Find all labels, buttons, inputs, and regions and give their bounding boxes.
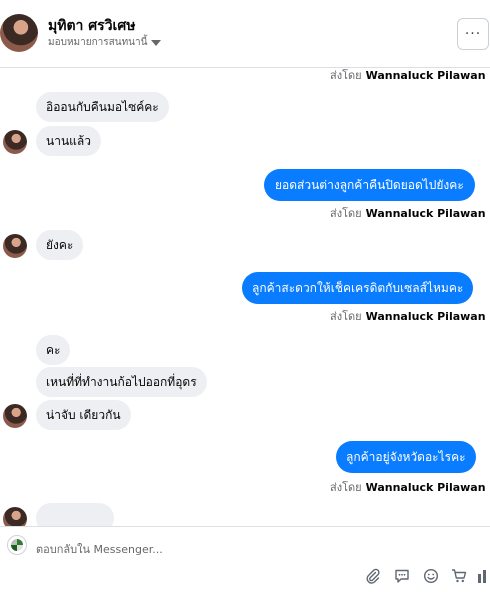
contact-avatar-small	[3, 130, 27, 154]
caret-down-icon	[151, 40, 162, 46]
incoming-message[interactable]: ยังคะ	[36, 230, 84, 260]
sent-by-label: ส่งโดย Wannaluck Pilawan	[330, 68, 486, 83]
incoming-message[interactable]: อิออนกับคืนมอไซค์คะ	[36, 92, 169, 122]
sent-by-label: ส่งโดย Wannaluck Pilawan	[330, 206, 486, 221]
stats-icon[interactable]	[476, 567, 490, 585]
incoming-message[interactable]: น่าจับ เดียวกัน	[36, 400, 131, 430]
reply-composer: ตอบกลับใน Messenger...	[0, 526, 490, 592]
paperclip-icon[interactable]	[364, 567, 382, 585]
emoji-icon[interactable]	[422, 567, 440, 585]
contact-name[interactable]: มุทิตา ศรวิเศษ	[48, 15, 135, 37]
page-avatar	[7, 535, 27, 555]
outgoing-message[interactable]: ลูกค้าสะดวกให้เช็คเครดิตกับเซลส์ไหมคะ	[242, 272, 474, 304]
more-icon: ···	[464, 26, 482, 42]
saved-reply-icon[interactable]	[393, 567, 411, 585]
contact-avatar-small	[3, 404, 27, 428]
more-options-button[interactable]: ···	[457, 18, 489, 50]
cart-icon[interactable]	[450, 567, 468, 585]
outgoing-message[interactable]: ยอดส่วนต่างลูกค้าคืนปิดยอดไปยังคะ	[264, 169, 475, 201]
contact-avatar[interactable]	[0, 14, 38, 52]
contact-avatar-small	[3, 234, 27, 258]
incoming-message[interactable]: นานแล้ว	[36, 126, 101, 156]
assign-label: มอบหมายการสนทนานี้	[48, 37, 148, 48]
assign-conversation-dropdown[interactable]: มอบหมายการสนทนานี้	[48, 35, 162, 50]
sent-by-label: ส่งโดย Wannaluck Pilawan	[330, 480, 486, 495]
sent-by-label: ส่งโดย Wannaluck Pilawan	[330, 309, 486, 324]
conversation-header: มุทิตา ศรวิเศษ มอบหมายการสนทนานี้ ···	[0, 0, 490, 68]
incoming-message[interactable]: เหนที่ที่ทำงานก้อไปออกที่อุดร	[36, 367, 207, 397]
reply-input[interactable]: ตอบกลับใน Messenger...	[36, 540, 163, 558]
incoming-message[interactable]: คะ	[36, 335, 71, 365]
outgoing-message[interactable]: ลูกค้าอยู่จังหวัดอะไรคะ	[336, 441, 476, 473]
